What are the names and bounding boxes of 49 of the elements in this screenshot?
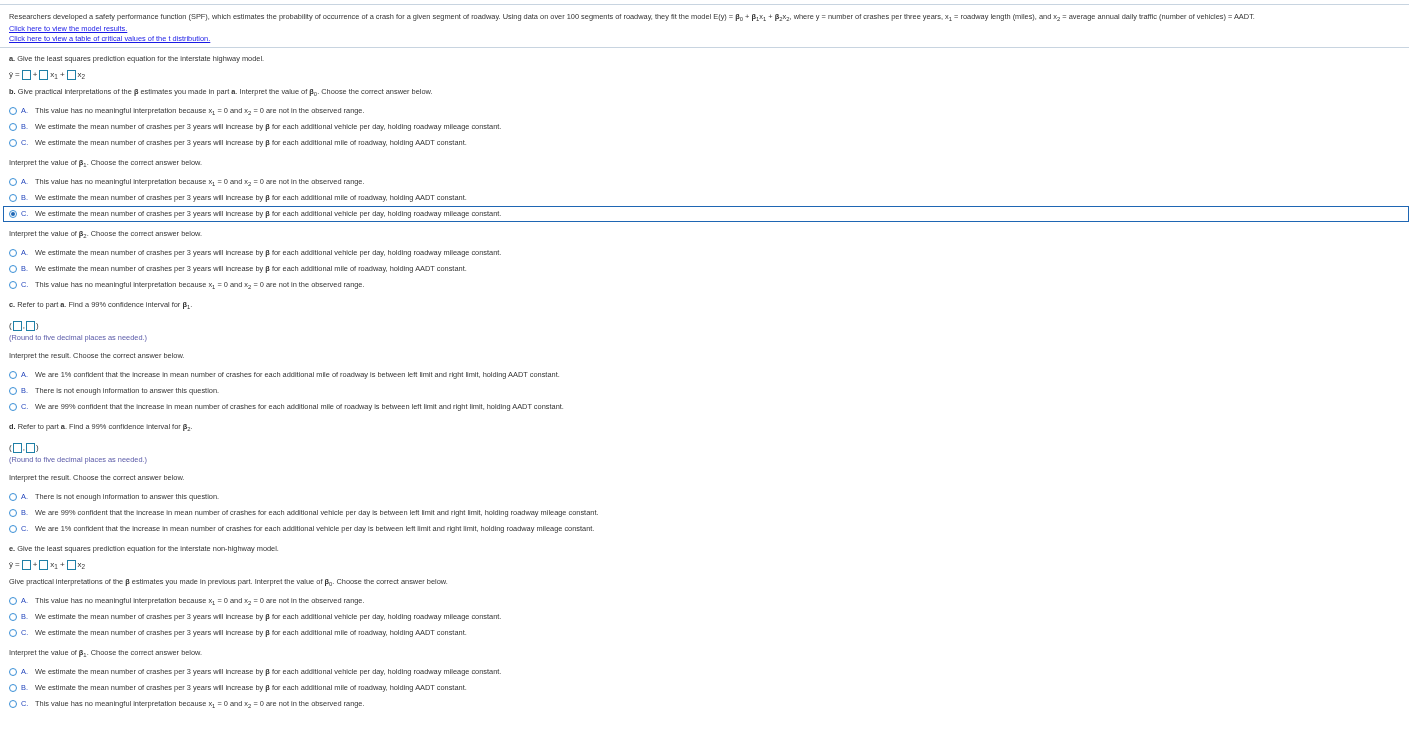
radio-button[interactable] bbox=[9, 387, 17, 395]
answer-box[interactable] bbox=[25, 321, 35, 331]
math-symbol: = bbox=[15, 70, 20, 80]
answer-box[interactable] bbox=[66, 560, 76, 570]
radio-button[interactable] bbox=[9, 629, 17, 637]
radio-button[interactable] bbox=[9, 139, 17, 147]
math-symbol: x$_{1}$ bbox=[50, 560, 58, 570]
math-symbol: , bbox=[22, 321, 25, 331]
answer-box[interactable] bbox=[25, 443, 35, 453]
math-symbol: x$_{1}$ bbox=[50, 70, 58, 80]
math-symbol: x$_{2}$ bbox=[77, 70, 86, 80]
math-symbol: + bbox=[59, 70, 65, 80]
answer-box[interactable] bbox=[39, 560, 49, 570]
answer-box[interactable] bbox=[21, 560, 31, 570]
answer-box[interactable] bbox=[12, 321, 22, 331]
math-symbol: ŷ bbox=[9, 560, 13, 570]
radio-button[interactable] bbox=[9, 597, 17, 605]
radio-button[interactable] bbox=[9, 668, 17, 676]
radio-button[interactable] bbox=[9, 178, 17, 186]
radio-button[interactable] bbox=[9, 684, 17, 692]
math-symbol: + bbox=[32, 70, 38, 80]
radio-button[interactable] bbox=[9, 613, 17, 621]
radio-button[interactable] bbox=[9, 123, 17, 131]
math-symbol: ) bbox=[35, 321, 39, 331]
math-symbol: ŷ bbox=[9, 70, 13, 80]
math-symbol: + bbox=[59, 560, 65, 570]
math-symbol: = bbox=[15, 560, 20, 570]
radio-button[interactable] bbox=[9, 281, 17, 289]
answer-box[interactable] bbox=[66, 70, 76, 80]
radio-button[interactable] bbox=[9, 265, 17, 273]
radio-button[interactable] bbox=[9, 493, 17, 501]
radio-button[interactable] bbox=[9, 249, 17, 257]
math-symbol: ( bbox=[9, 321, 12, 331]
math-symbol: + bbox=[32, 560, 38, 570]
answer-box[interactable] bbox=[12, 443, 22, 453]
math-symbol: , bbox=[22, 443, 25, 453]
math-symbol: ) bbox=[35, 443, 39, 453]
answer-box[interactable] bbox=[21, 70, 31, 80]
radio-button[interactable] bbox=[9, 210, 17, 218]
math-symbol: ( bbox=[9, 443, 12, 453]
answer-box[interactable] bbox=[39, 70, 49, 80]
radio-button[interactable] bbox=[9, 371, 17, 379]
radio-button[interactable] bbox=[9, 700, 17, 708]
radio-button[interactable] bbox=[9, 509, 17, 517]
radio-button[interactable] bbox=[9, 194, 17, 202]
radio-button[interactable] bbox=[9, 107, 17, 115]
math-symbol: x$_{2}$ bbox=[77, 560, 86, 570]
radio-button[interactable] bbox=[9, 403, 17, 411]
radio-button[interactable] bbox=[9, 525, 17, 533]
